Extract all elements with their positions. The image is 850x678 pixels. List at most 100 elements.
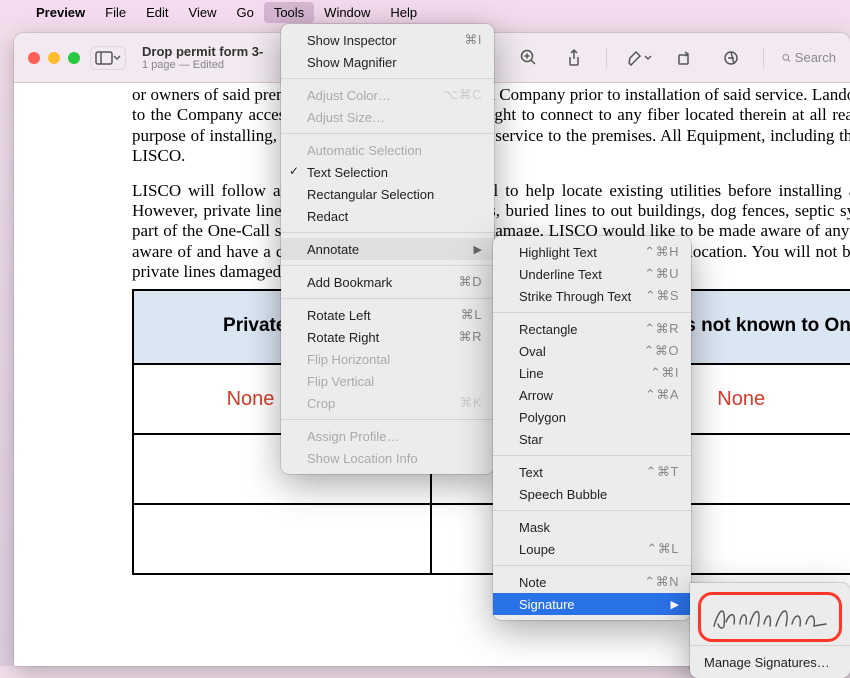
sidebar-toggle-button[interactable] — [90, 46, 126, 70]
menu-item-label: Add Bookmark — [307, 275, 459, 290]
menu-item-label: Loupe — [519, 542, 646, 557]
tools-menu-item-assign-profile: Assign Profile… — [281, 425, 494, 447]
menu-item-label: Arrow — [519, 388, 645, 403]
menu-item-manage-signatures[interactable]: Manage Signatures… — [690, 651, 850, 673]
annotate-menu-item-signature[interactable]: Signature▶ — [493, 593, 691, 615]
menu-separator — [493, 510, 691, 511]
tools-menu-item-flip-horizontal: Flip Horizontal — [281, 348, 494, 370]
annotate-submenu: Highlight Text⌃⌘HUnderline Text⌃⌘UStrike… — [493, 236, 691, 620]
markup-button[interactable] — [717, 46, 745, 70]
tools-menu-item-add-bookmark[interactable]: Add Bookmark⌘D — [281, 271, 494, 293]
menu-separator — [493, 565, 691, 566]
menu-separator — [281, 298, 494, 299]
menu-shortcut: ⌃⌘N — [644, 574, 679, 590]
menu-item-label: Line — [519, 366, 650, 381]
menubar-app[interactable]: Preview — [26, 2, 95, 23]
menu-item-label: Show Magnifier — [307, 55, 482, 70]
annotate-menu-item-oval[interactable]: Oval⌃⌘O — [493, 340, 691, 362]
annotate-menu-item-line[interactable]: Line⌃⌘I — [493, 362, 691, 384]
annotate-menu-item-mask[interactable]: Mask — [493, 516, 691, 538]
tools-menu-item-show-inspector[interactable]: Show Inspector⌘I — [281, 29, 494, 51]
tools-menu-item-adjust-size: Adjust Size… — [281, 106, 494, 128]
menu-item-label: Redact — [307, 209, 482, 224]
annotate-menu-item-strike-through-text[interactable]: Strike Through Text⌃⌘S — [493, 285, 691, 307]
search-field[interactable]: Search — [782, 50, 836, 65]
window-title: Drop permit form 3- — [142, 44, 263, 59]
annotate-menu-item-star[interactable]: Star — [493, 428, 691, 450]
tools-menu-item-show-magnifier[interactable]: Show Magnifier — [281, 51, 494, 73]
toolbar-divider — [763, 48, 764, 68]
menu-item-label: Strike Through Text — [519, 289, 645, 304]
traffic-lights — [28, 52, 80, 64]
menu-shortcut: ⌘D — [459, 274, 482, 290]
menubar-item-edit[interactable]: Edit — [136, 2, 178, 23]
menu-item-label: Text Selection — [307, 165, 482, 180]
tools-menu-item-redact[interactable]: Redact — [281, 205, 494, 227]
minimize-button[interactable] — [48, 52, 60, 64]
annotate-menu-item-note[interactable]: Note⌃⌘N — [493, 571, 691, 593]
toolbar-divider — [606, 48, 607, 68]
tools-menu-item-automatic-selection: Automatic Selection — [281, 139, 494, 161]
table-cell-empty — [133, 504, 431, 574]
menu-separator — [493, 455, 691, 456]
menu-separator — [493, 312, 691, 313]
menubar-item-window[interactable]: Window — [314, 2, 380, 23]
menu-separator — [690, 645, 850, 646]
menu-item-label: Rotate Right — [307, 330, 459, 345]
annotate-menu-item-highlight-text[interactable]: Highlight Text⌃⌘H — [493, 241, 691, 263]
menu-item-label: Star — [519, 432, 679, 447]
signature-highlight-ring — [698, 592, 842, 642]
menu-item-label: Note — [519, 575, 644, 590]
zoom-in-button[interactable] — [514, 46, 542, 70]
menu-shortcut: ⌃⌘L — [646, 541, 679, 557]
annotate-menu-item-text[interactable]: Text⌃⌘T — [493, 461, 691, 483]
menu-item-label: Rotate Left — [307, 308, 461, 323]
annotate-menu-item-polygon[interactable]: Polygon — [493, 406, 691, 428]
menu-item-label: Annotate — [307, 242, 474, 257]
tools-menu-item-rotate-left[interactable]: Rotate Left⌘L — [281, 304, 494, 326]
window-subtitle: 1 page — Edited — [142, 59, 263, 71]
tools-menu-item-crop: Crop⌘K — [281, 392, 494, 414]
menu-shortcut: ⌥⌘C — [443, 87, 482, 103]
close-button[interactable] — [28, 52, 40, 64]
signature-preview[interactable] — [700, 594, 840, 640]
tools-menu-item-annotate[interactable]: Annotate▶ — [281, 238, 494, 260]
menu-separator — [281, 78, 494, 79]
annotate-menu-item-underline-text[interactable]: Underline Text⌃⌘U — [493, 263, 691, 285]
highlight-button[interactable] — [625, 46, 653, 70]
check-icon: ✓ — [289, 164, 299, 178]
annotate-menu-item-speech-bubble[interactable]: Speech Bubble — [493, 483, 691, 505]
menu-shortcut: ⌃⌘S — [645, 288, 679, 304]
menubar-item-file[interactable]: File — [95, 2, 136, 23]
menubar-item-view[interactable]: View — [179, 2, 227, 23]
menu-separator — [281, 232, 494, 233]
menu-item-label: Flip Vertical — [307, 374, 482, 389]
tools-menu-item-rectangular-selection[interactable]: Rectangular Selection — [281, 183, 494, 205]
menu-item-label: Rectangle — [519, 322, 644, 337]
menu-item-label: Highlight Text — [519, 245, 644, 260]
menu-item-label: Speech Bubble — [519, 487, 679, 502]
menu-item-label: Automatic Selection — [307, 143, 482, 158]
annotate-menu-item-arrow[interactable]: Arrow⌃⌘A — [493, 384, 691, 406]
tools-menu-item-flip-vertical: Flip Vertical — [281, 370, 494, 392]
rotate-button[interactable] — [671, 46, 699, 70]
menubar-item-tools[interactable]: Tools — [264, 2, 314, 23]
tools-menu-item-adjust-color: Adjust Color…⌥⌘C — [281, 84, 494, 106]
zoom-button[interactable] — [68, 52, 80, 64]
menu-separator — [281, 265, 494, 266]
tools-menu-item-rotate-right[interactable]: Rotate Right⌘R — [281, 326, 494, 348]
menubar-item-go[interactable]: Go — [226, 2, 263, 23]
annotate-menu-item-loupe[interactable]: Loupe⌃⌘L — [493, 538, 691, 560]
tools-menu-item-text-selection[interactable]: ✓ Text Selection — [281, 161, 494, 183]
menu-item-label: Flip Horizontal — [307, 352, 482, 367]
menubar-item-help[interactable]: Help — [380, 2, 427, 23]
menu-shortcut: ⌃⌘I — [650, 365, 679, 381]
share-button[interactable] — [560, 46, 588, 70]
menubar: Preview File Edit View Go Tools Window H… — [0, 0, 850, 24]
menu-item-label: Mask — [519, 520, 679, 535]
annotate-menu-item-rectangle[interactable]: Rectangle⌃⌘R — [493, 318, 691, 340]
chevron-right-icon: ▶ — [474, 243, 482, 256]
menu-item-label: Polygon — [519, 410, 679, 425]
menu-shortcut: ⌃⌘A — [645, 387, 679, 403]
menu-shortcut: ⌃⌘U — [644, 266, 679, 282]
